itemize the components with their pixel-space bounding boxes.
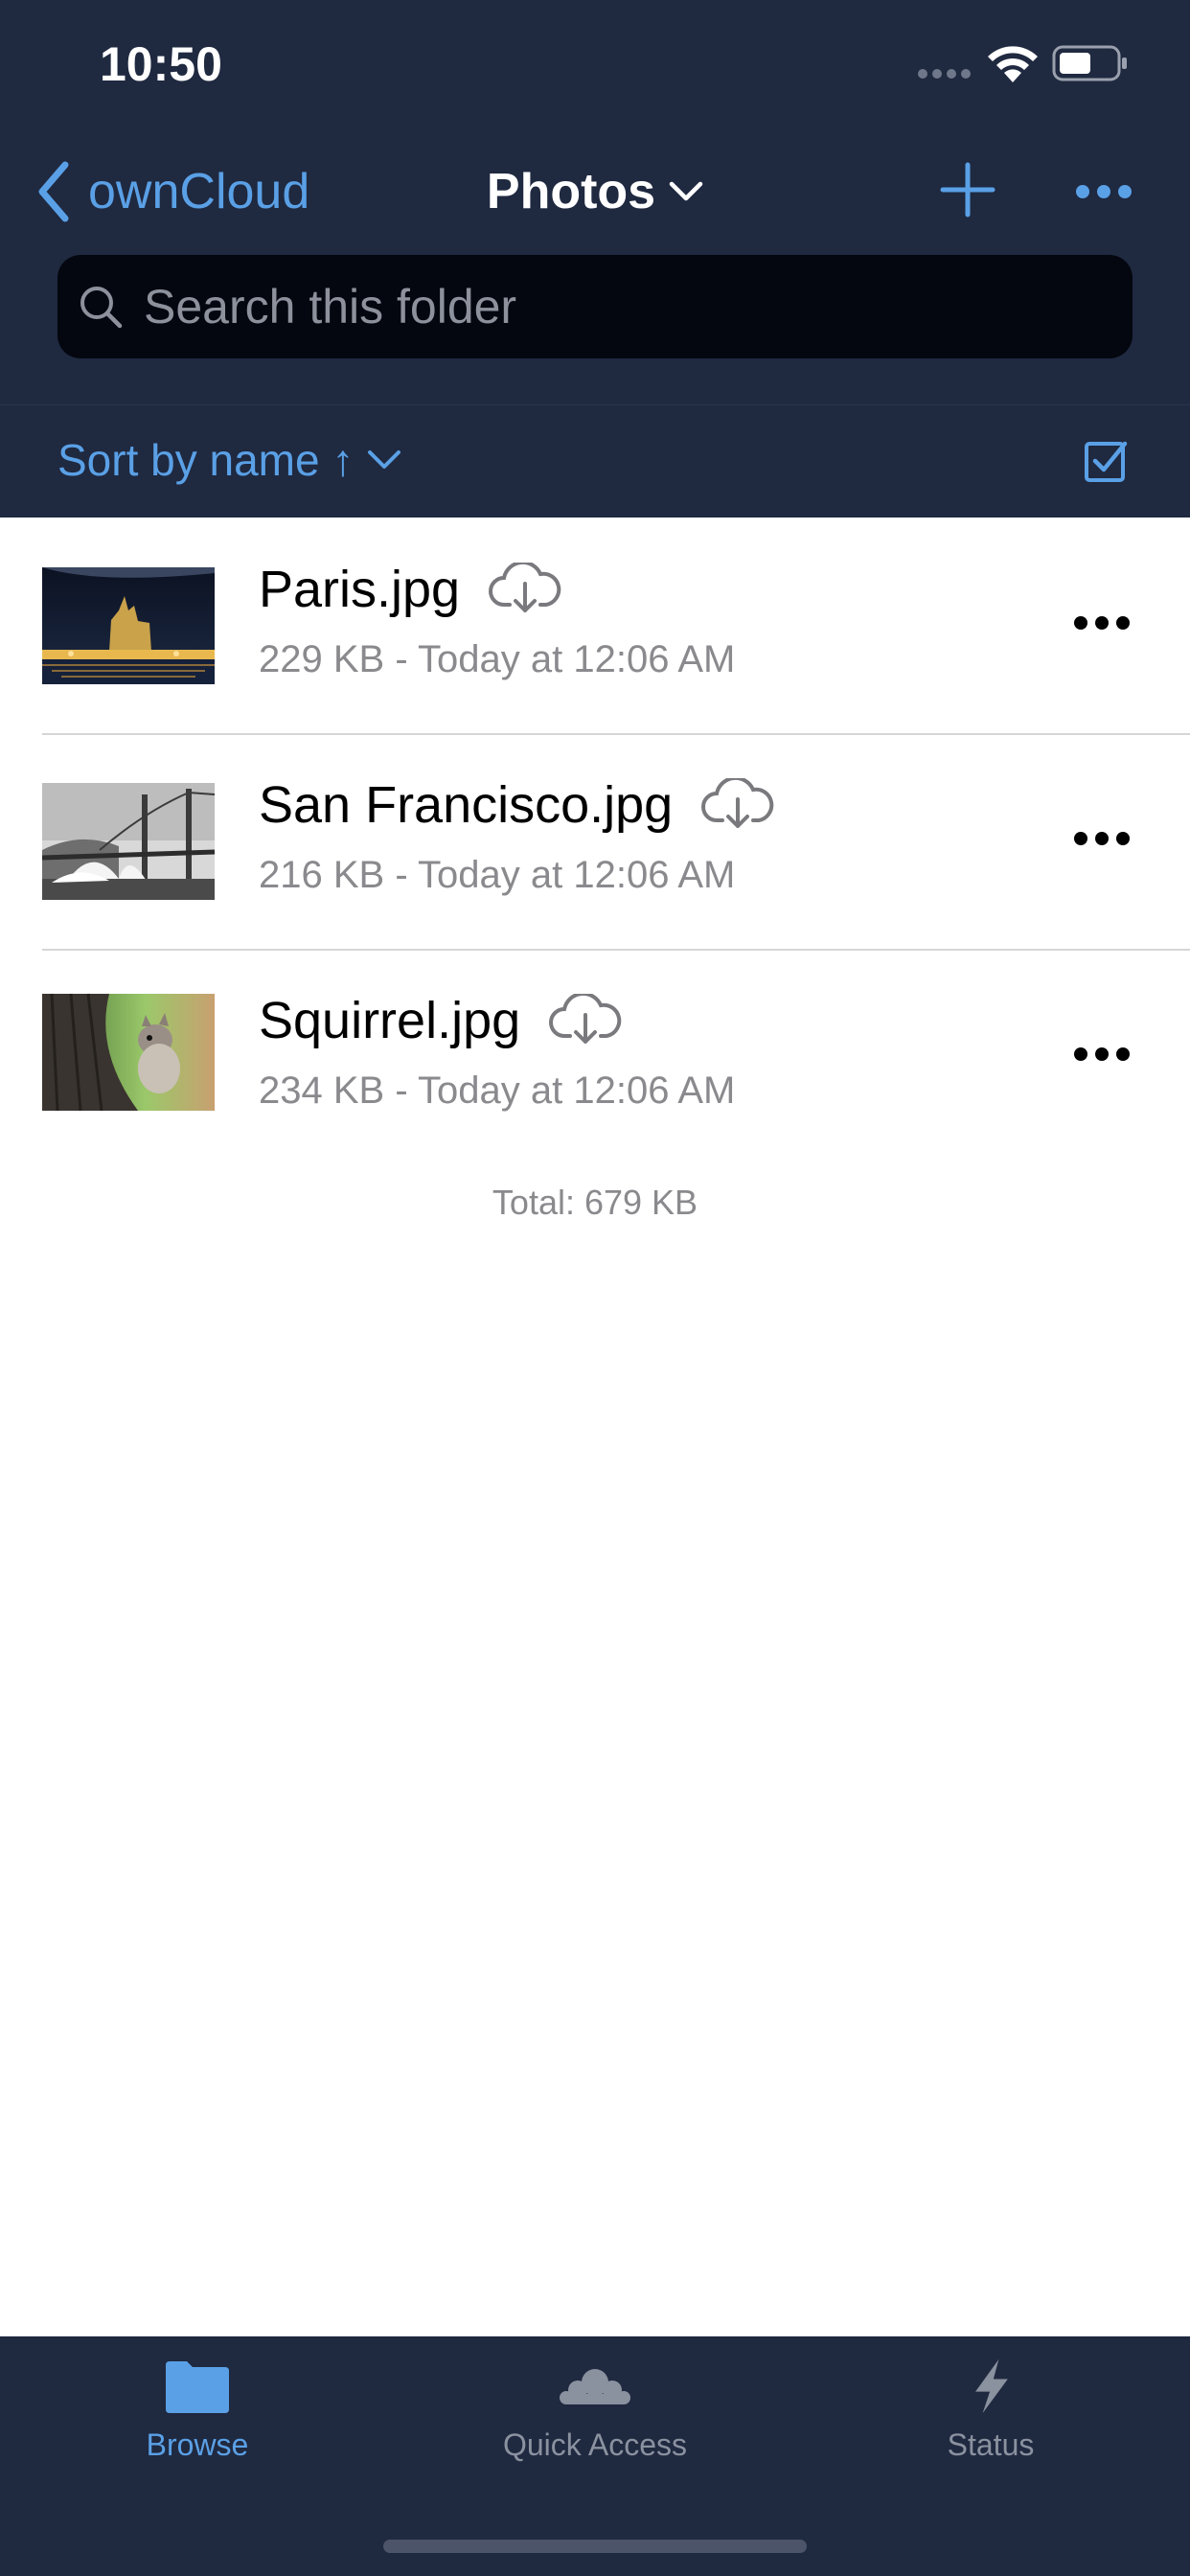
page-title: Photos	[486, 164, 656, 219]
chevron-down-icon	[669, 181, 703, 201]
cellular-signal-icon	[918, 69, 972, 80]
file-name-text: San Francisco.jpg	[259, 776, 674, 834]
cloud-download-icon[interactable]	[549, 994, 622, 1047]
file-name: San Francisco.jpg	[259, 775, 774, 835]
search-field[interactable]	[57, 255, 1133, 358]
sort-bar: Sort by name ↑	[0, 404, 1190, 518]
tab-label: Status	[947, 2427, 1035, 2462]
sort-button[interactable]: Sort by name ↑	[57, 434, 401, 486]
sort-label: Sort by name ↑	[57, 435, 355, 485]
search-input[interactable]	[144, 279, 1064, 334]
search-icon	[80, 287, 123, 329]
photo-thumbnail	[42, 783, 215, 900]
status-bar: 10:50	[0, 0, 1190, 125]
tab-label: Browse	[146, 2427, 249, 2462]
file-name: Squirrel.jpg	[259, 991, 622, 1050]
cloud-download-icon[interactable]	[489, 563, 561, 616]
home-indicator	[383, 2540, 807, 2553]
bolt-icon	[975, 2358, 1008, 2414]
file-name-text: Paris.jpg	[259, 561, 461, 618]
list-item[interactable]: Squirrel.jpg 234 KB - Today at 12:06 AM	[0, 949, 1190, 1164]
cloud-download-icon[interactable]	[701, 778, 774, 832]
tab-label: Quick Access	[502, 2427, 688, 2462]
file-list: Paris.jpg 229 KB - Today at 12:06 AM San…	[0, 518, 1190, 1164]
select-checkbox-icon[interactable]	[1083, 438, 1129, 484]
wifi-icon	[988, 46, 1038, 82]
list-item[interactable]: San Francisco.jpg 216 KB - Today at 12:0…	[0, 733, 1190, 949]
more-options-icon[interactable]	[1073, 1041, 1131, 1068]
more-options-icon[interactable]	[1073, 825, 1131, 852]
add-icon[interactable]	[939, 161, 996, 218]
tab-quick-access[interactable]: Quick Access	[451, 2358, 739, 2463]
file-name: Paris.jpg	[259, 560, 561, 619]
screen: 10:50 ownCloud Photos Search this folder…	[0, 0, 1190, 2576]
tab-browse[interactable]: Browse	[54, 2358, 341, 2463]
file-meta: 216 KB - Today at 12:06 AM	[259, 854, 736, 896]
more-options-icon[interactable]	[1073, 610, 1131, 636]
folder-icon	[166, 2361, 229, 2413]
list-item[interactable]: Paris.jpg 229 KB - Today at 12:06 AM	[0, 518, 1190, 733]
tab-bar: Browse Quick Access Status	[0, 2336, 1190, 2576]
title-container: Photos	[0, 163, 1190, 220]
tab-status[interactable]: Status	[847, 2358, 1134, 2463]
navigation-bar: ownCloud Photos	[0, 144, 1190, 240]
file-meta: 234 KB - Today at 12:06 AM	[259, 1070, 736, 1112]
total-size: Total: 679 KB	[492, 1183, 698, 1222]
chevron-down-icon	[368, 450, 401, 469]
file-meta: 229 KB - Today at 12:06 AM	[259, 638, 736, 680]
photo-thumbnail	[42, 993, 215, 1112]
status-time: 10:50	[100, 37, 222, 91]
battery-icon	[1052, 45, 1127, 81]
header: 10:50 ownCloud Photos Search this folder…	[0, 0, 1190, 518]
photo-thumbnail	[42, 567, 215, 684]
file-name-text: Squirrel.jpg	[259, 992, 521, 1049]
folder-title-button[interactable]: Photos	[487, 163, 703, 220]
cloud-icon	[560, 2369, 630, 2404]
more-actions-icon[interactable]	[1073, 172, 1134, 211]
